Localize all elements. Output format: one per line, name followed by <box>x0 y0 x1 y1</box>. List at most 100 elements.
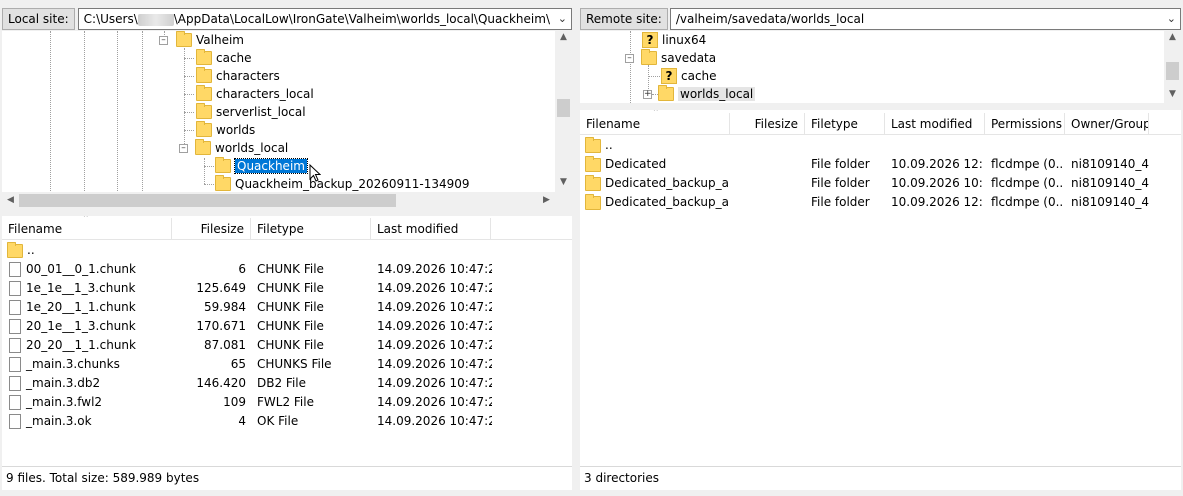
file-modified: 10.09.2026 12:3... <box>891 195 983 209</box>
collapse-icon[interactable]: – <box>179 143 188 153</box>
folder-icon <box>195 139 211 155</box>
remote-tree-vertical-scrollbar[interactable]: ▲ ▼ <box>1164 31 1181 103</box>
column-filetype[interactable]: Filetype <box>251 218 371 240</box>
remote-list-header: Filename Filesize Filetype Last modified… <box>580 113 1181 135</box>
table-row[interactable]: 00_01__0_1.chunk 6 CHUNK File 14.09.2026 10… <box>2 260 572 279</box>
table-row[interactable]: Dedicated_backup_au... File folder 10.09.2… <box>580 193 1181 212</box>
file-type: OK File <box>257 414 299 428</box>
tree-node-serverlist-local[interactable]: serverlist_local <box>196 103 306 121</box>
remote-path-input[interactable]: /valheim/savedata/worlds_local ⌄ <box>669 8 1181 30</box>
table-row[interactable]: Dedicated_backup_au... File folder 10.09.2… <box>580 174 1181 193</box>
tree-node-worlds-local[interactable]: – worlds_local <box>179 139 288 157</box>
folder-icon <box>215 157 231 173</box>
list-item-parent[interactable]: .. <box>580 136 1181 155</box>
table-row[interactable]: 1e_20__1_1.chunk 59.984 CHUNK File 14.09.20… <box>2 298 572 317</box>
unknown-folder-icon: ? <box>642 32 658 48</box>
table-row[interactable]: _main.3.ok 4 OK File 14.09.2026 10:47:25 <box>2 412 572 431</box>
tree-node-quackheim-backup[interactable]: Quackheim_backup_20260911-134909 <box>215 175 470 193</box>
tree-node-linux64[interactable]: ? linux64 <box>642 31 706 49</box>
local-status-bar: 9 files. Total size: 589.989 bytes <box>2 466 572 488</box>
local-path-input[interactable]: C:\Users\ \AppData\LocalLow\IronGate\Valh… <box>77 8 572 30</box>
folder-icon <box>196 103 212 119</box>
tree-node-characters-local[interactable]: characters_local <box>196 85 314 103</box>
tree-node-cache[interactable]: cache <box>196 49 252 67</box>
file-size: 87.081 <box>204 338 246 352</box>
file-type: CHUNK File <box>257 319 324 333</box>
column-filetype[interactable]: Filetype <box>805 113 885 135</box>
file-size: 4 <box>238 414 246 428</box>
file-owner: ni8109140_4... <box>1071 157 1149 171</box>
table-row[interactable]: 1e_1e__1_3.chunk 125.649 CHUNK File 14.09.2… <box>2 279 572 298</box>
file-type: File folder <box>811 176 870 190</box>
tree-node-cache-remote[interactable]: ? cache <box>661 67 717 85</box>
expand-icon[interactable]: + <box>643 89 652 99</box>
file-modified: 10.09.2026 10:3... <box>891 176 983 190</box>
folder-icon <box>215 175 231 191</box>
column-filename[interactable]: Filename <box>580 113 730 135</box>
column-last-modified[interactable]: Last modified <box>885 113 985 135</box>
tree-node-worlds[interactable]: worlds <box>196 121 255 139</box>
table-row[interactable]: 20_20__1_1.chunk 87.081 CHUNK File 14.09.20… <box>2 336 572 355</box>
file-size: 125.649 <box>196 281 246 295</box>
file-modified: 14.09.2026 10:47:25 <box>377 319 492 333</box>
tree-node-valheim[interactable]: – Valheim <box>159 31 244 49</box>
table-row[interactable]: _main.3.fwl2 109 FWL2 File 14.09.2026 10:47… <box>2 393 572 412</box>
column-permissions[interactable]: Permissions <box>985 113 1065 135</box>
tree-vertical-scrollbar[interactable]: ▲ ▼ <box>555 31 572 192</box>
remote-splitter[interactable] <box>578 103 1183 109</box>
local-splitter[interactable] <box>0 209 574 215</box>
table-row[interactable]: 20_1e__1_3.chunk 170.671 CHUNK File 14.09.2… <box>2 317 572 336</box>
tree-node-characters[interactable]: characters <box>196 67 280 85</box>
tree-node-quackheim[interactable]: Quackheim <box>215 157 308 175</box>
chevron-down-icon[interactable]: ⌄ <box>1167 9 1176 29</box>
file-owner: ni8109140_4... <box>1071 195 1149 209</box>
local-list-header: Filename Filesize Filetype Last modified <box>2 218 572 240</box>
file-permissions: flcdmpe (0... <box>991 157 1063 171</box>
table-row[interactable]: _main.3.chunks 65 CHUNKS File 14.09.2026 10… <box>2 355 572 374</box>
folder-icon <box>585 174 601 191</box>
table-row[interactable]: Dedicated File folder 10.09.2026 12:3... fl… <box>580 155 1181 174</box>
file-modified: 14.09.2026 10:47:25 <box>377 357 492 371</box>
folder-icon <box>196 85 212 101</box>
column-owner-group[interactable]: Owner/Group <box>1065 113 1149 135</box>
file-icon <box>9 300 21 315</box>
column-filesize[interactable]: Filesize <box>172 218 251 240</box>
file-icon <box>9 262 21 277</box>
folder-icon <box>176 31 192 47</box>
file-modified: 14.09.2026 10:47:25 <box>377 395 492 409</box>
column-last-modified[interactable]: Last modified <box>371 218 491 240</box>
tree-node-worlds-local-remote[interactable]: + worlds_local <box>643 85 756 103</box>
file-modified: 14.09.2026 10:47:25 <box>377 300 492 314</box>
file-icon <box>9 319 21 334</box>
column-filesize[interactable]: Filesize <box>730 113 805 135</box>
file-size: 109 <box>223 395 246 409</box>
file-type: File folder <box>811 157 870 171</box>
folder-icon <box>585 155 601 172</box>
file-name: Dedicated_backup_au... <box>605 176 730 190</box>
file-permissions: flcdmpe (0... <box>991 195 1063 209</box>
file-name: Dedicated <box>605 157 667 171</box>
chevron-down-icon[interactable]: ⌄ <box>558 9 567 29</box>
local-site-bar: Local site: C:\Users\ \AppData\LocalLow\I… <box>2 7 572 31</box>
list-item-parent[interactable]: .. <box>2 241 572 260</box>
collapse-icon[interactable]: – <box>159 35 168 45</box>
tree-horizontal-scrollbar[interactable]: ◀ ▶ <box>2 192 572 209</box>
remote-site-label: Remote site: <box>580 8 668 30</box>
local-site-label: Local site: <box>2 8 75 30</box>
file-name: 20_20__1_1.chunk <box>26 338 136 352</box>
file-modified: 14.09.2026 10:47:25 <box>377 338 492 352</box>
tree-node-savedata[interactable]: – savedata <box>625 49 716 67</box>
table-row[interactable]: _main.3.db2 146.420 DB2 File 14.09.2026 10:… <box>2 374 572 393</box>
file-type: CHUNK File <box>257 300 324 314</box>
file-name: Dedicated_backup_au... <box>605 195 730 209</box>
folder-icon <box>641 49 657 65</box>
file-name: 00_01__0_1.chunk <box>26 262 136 276</box>
file-size: 65 <box>230 357 246 371</box>
remote-file-list: ⌃ Filename Filesize Filetype Last modifi… <box>580 110 1181 490</box>
folder-icon <box>7 241 23 258</box>
file-size: 170.671 <box>196 319 246 333</box>
collapse-icon[interactable]: – <box>625 53 634 63</box>
file-modified: 14.09.2026 10:47:25 <box>377 414 492 428</box>
column-filename[interactable]: Filename <box>2 218 172 240</box>
folder-icon <box>585 193 601 210</box>
